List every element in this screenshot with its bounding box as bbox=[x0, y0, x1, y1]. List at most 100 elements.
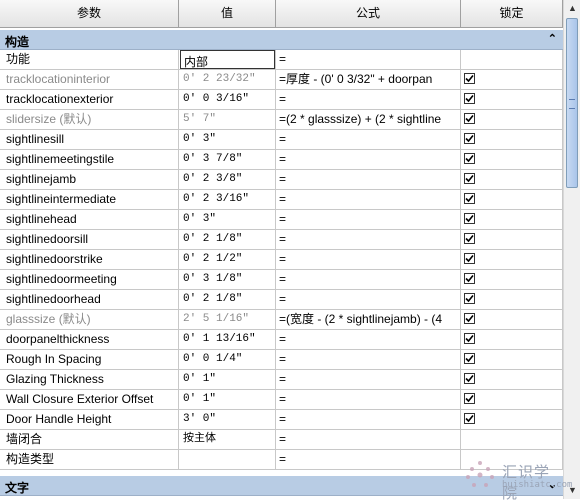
param-value[interactable]: 0' 2 1/8" bbox=[179, 290, 276, 310]
param-value[interactable]: 0' 0 3/16" bbox=[179, 90, 276, 110]
param-value[interactable]: 5' 7" bbox=[179, 110, 276, 130]
param-name[interactable]: sightlinehead bbox=[0, 210, 179, 230]
param-value[interactable]: 0' 2 1/8" bbox=[179, 230, 276, 250]
lock-checkbox[interactable] bbox=[464, 93, 475, 104]
param-name[interactable]: sightlinedoorsill bbox=[0, 230, 179, 250]
param-name[interactable]: Rough In Spacing bbox=[0, 350, 179, 370]
param-formula[interactable]: = bbox=[276, 210, 461, 230]
param-value[interactable]: 0' 3 7/8" bbox=[179, 150, 276, 170]
lock-checkbox[interactable] bbox=[464, 193, 475, 204]
table-row[interactable]: sightlinedoorstrike 0' 2 1/2" = bbox=[0, 250, 563, 270]
param-formula[interactable]: =厚度 - (0' 0 3/32" + doorpan bbox=[276, 70, 461, 90]
table-row[interactable]: slidersize (默认) 5' 7" =(2 * glasssize) + (… bbox=[0, 110, 563, 130]
param-formula[interactable]: = bbox=[276, 270, 461, 290]
table-row[interactable]: Door Handle Height 3' 0" = bbox=[0, 410, 563, 430]
table-row[interactable]: tracklocationexterior 0' 0 3/16" = bbox=[0, 90, 563, 110]
param-name[interactable]: tracklocationexterior bbox=[0, 90, 179, 110]
table-row[interactable]: tracklocationinterior 0' 2 23/32" =厚度 - (0… bbox=[0, 70, 563, 90]
param-name[interactable]: 功能 bbox=[0, 50, 179, 70]
param-value[interactable]: 0' 1" bbox=[179, 390, 276, 410]
lock-checkbox[interactable] bbox=[464, 233, 475, 244]
table-row[interactable]: Wall Closure Exterior Offset 0' 1" = bbox=[0, 390, 563, 410]
lock-checkbox[interactable] bbox=[464, 333, 475, 344]
lock-checkbox[interactable] bbox=[464, 273, 475, 284]
param-name[interactable]: tracklocationinterior bbox=[0, 70, 179, 90]
lock-checkbox[interactable] bbox=[464, 253, 475, 264]
param-value[interactable]: 2' 5 1/16" bbox=[179, 310, 276, 330]
param-value[interactable]: 0' 2 3/8" bbox=[179, 170, 276, 190]
param-formula[interactable]: = bbox=[276, 350, 461, 370]
value-edit-box[interactable]: 内部 bbox=[180, 50, 275, 69]
param-formula[interactable]: = bbox=[276, 250, 461, 270]
param-formula[interactable]: =(宽度 - (2 * sightlinejamb) - (4 bbox=[276, 310, 461, 330]
param-value[interactable]: 0' 3" bbox=[179, 130, 276, 150]
table-row[interactable]: doorpanelthickness 0' 1 13/16" = bbox=[0, 330, 563, 350]
param-formula[interactable]: = bbox=[276, 90, 461, 110]
lock-checkbox[interactable] bbox=[464, 393, 475, 404]
param-formula[interactable]: = bbox=[276, 50, 461, 70]
lock-checkbox[interactable] bbox=[464, 133, 475, 144]
arrow-up-icon[interactable]: ▲ bbox=[565, 0, 580, 17]
param-formula[interactable]: = bbox=[276, 450, 461, 470]
param-value[interactable]: 0' 2 23/32" bbox=[179, 70, 276, 90]
param-name[interactable]: sightlineintermediate bbox=[0, 190, 179, 210]
param-name[interactable]: doorpanelthickness bbox=[0, 330, 179, 350]
param-formula[interactable]: = bbox=[276, 170, 461, 190]
param-formula[interactable]: = bbox=[276, 190, 461, 210]
param-value[interactable]: 3' 0" bbox=[179, 410, 276, 430]
param-value[interactable]: 按主体 bbox=[179, 430, 276, 450]
lock-checkbox[interactable] bbox=[464, 73, 475, 84]
param-name[interactable]: Door Handle Height bbox=[0, 410, 179, 430]
column-header-formula[interactable]: 公式 bbox=[276, 0, 461, 27]
scrollbar-thumb[interactable] bbox=[566, 18, 578, 188]
table-row[interactable]: sightlinedoormeeting 0' 3 1/8" = bbox=[0, 270, 563, 290]
column-header-lock[interactable]: 锁定 bbox=[461, 0, 563, 27]
param-name[interactable]: sightlinesill bbox=[0, 130, 179, 150]
param-value[interactable]: 0' 3" bbox=[179, 210, 276, 230]
param-formula[interactable]: = bbox=[276, 430, 461, 450]
param-formula[interactable]: = bbox=[276, 230, 461, 250]
param-formula[interactable]: = bbox=[276, 150, 461, 170]
param-name[interactable]: slidersize (默认) bbox=[0, 110, 179, 130]
param-value[interactable]: 0' 1 13/16" bbox=[179, 330, 276, 350]
table-row[interactable]: sightlinemeetingstile 0' 3 7/8" = bbox=[0, 150, 563, 170]
param-name[interactable]: glasssize (默认) bbox=[0, 310, 179, 330]
param-name[interactable]: sightlinemeetingstile bbox=[0, 150, 179, 170]
param-name[interactable]: sightlinedoormeeting bbox=[0, 270, 179, 290]
param-name[interactable]: Wall Closure Exterior Offset bbox=[0, 390, 179, 410]
lock-checkbox[interactable] bbox=[464, 373, 475, 384]
param-value[interactable]: 0' 0 1/4" bbox=[179, 350, 276, 370]
lock-checkbox[interactable] bbox=[464, 353, 475, 364]
table-row[interactable]: sightlineintermediate 0' 2 3/16" = bbox=[0, 190, 563, 210]
lock-checkbox[interactable] bbox=[464, 153, 475, 164]
param-name[interactable]: 墙闭合 bbox=[0, 430, 179, 450]
lock-checkbox[interactable] bbox=[464, 173, 475, 184]
group-header-construction[interactable]: 构造 ⌃ bbox=[0, 30, 563, 50]
param-value[interactable]: 0' 1" bbox=[179, 370, 276, 390]
table-row[interactable]: 功能内部=内部 bbox=[0, 50, 563, 70]
table-row[interactable]: Glazing Thickness 0' 1" = bbox=[0, 370, 563, 390]
table-row[interactable]: glasssize (默认) 2' 5 1/16" =(宽度 - (2 * sigh… bbox=[0, 310, 563, 330]
param-value[interactable] bbox=[179, 450, 276, 470]
param-formula[interactable]: = bbox=[276, 390, 461, 410]
param-formula[interactable]: = bbox=[276, 370, 461, 390]
param-name[interactable]: 构造类型 bbox=[0, 450, 179, 470]
vertical-scrollbar[interactable]: ▲ ▼ bbox=[563, 0, 580, 499]
table-row[interactable]: Rough In Spacing 0' 0 1/4" = bbox=[0, 350, 563, 370]
column-header-param[interactable]: 参数 bbox=[0, 0, 179, 27]
lock-checkbox[interactable] bbox=[464, 293, 475, 304]
lock-checkbox[interactable] bbox=[464, 113, 475, 124]
param-name[interactable]: sightlinedoorhead bbox=[0, 290, 179, 310]
table-row[interactable]: sightlinejamb 0' 2 3/8" = bbox=[0, 170, 563, 190]
column-header-value[interactable]: 值 bbox=[179, 0, 276, 27]
table-row[interactable]: sightlinedoorhead 0' 2 1/8" = bbox=[0, 290, 563, 310]
table-row[interactable]: 墙闭合 按主体 = bbox=[0, 430, 563, 450]
chevron-double-up-icon[interactable]: ⌃ bbox=[548, 32, 557, 45]
param-formula[interactable]: = bbox=[276, 410, 461, 430]
table-row[interactable]: sightlinehead 0' 3" = bbox=[0, 210, 563, 230]
lock-checkbox[interactable] bbox=[464, 313, 475, 324]
param-value[interactable]: 0' 2 1/2" bbox=[179, 250, 276, 270]
param-name[interactable]: sightlinejamb bbox=[0, 170, 179, 190]
param-value[interactable]: 0' 3 1/8" bbox=[179, 270, 276, 290]
param-formula[interactable]: = bbox=[276, 290, 461, 310]
